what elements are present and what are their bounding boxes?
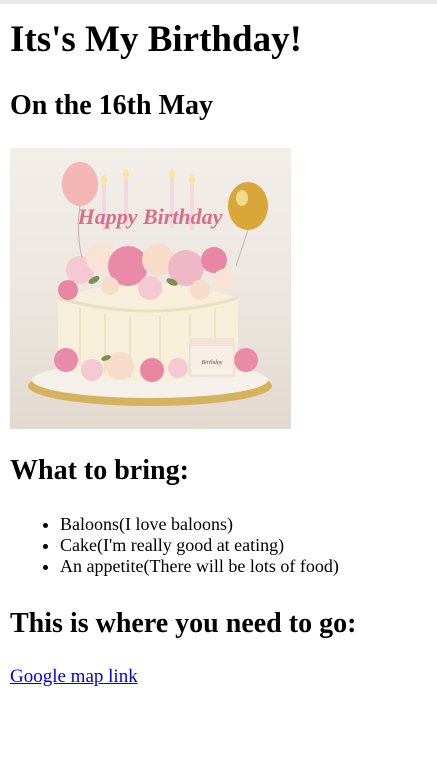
where-to-go-heading: This is where you need to go: bbox=[10, 608, 357, 639]
list-item: Cake(I'm really good at eating) bbox=[60, 535, 339, 556]
browser-top-border bbox=[0, 0, 437, 4]
list-item: An appetite(There will be lots of food) bbox=[60, 556, 339, 577]
birthday-cake-icon: Birthday Happy Birthday bbox=[28, 162, 272, 406]
list-item: Baloons(I love baloons) bbox=[60, 514, 339, 535]
google-map-link[interactable]: Google map link bbox=[10, 666, 138, 688]
cake-topper-text: Happy Birthday bbox=[77, 204, 223, 229]
what-to-bring-heading: What to bring: bbox=[10, 455, 189, 486]
date-heading: On the 16th May bbox=[10, 90, 213, 121]
birthday-cake-image: Birthday Happy Birthday bbox=[10, 148, 291, 429]
gift-box-label: Birthday bbox=[202, 360, 223, 366]
page-title: Its's My Birthday! bbox=[10, 19, 302, 60]
bring-list: Baloons(I love baloons) Cake(I'm really … bbox=[10, 514, 339, 577]
